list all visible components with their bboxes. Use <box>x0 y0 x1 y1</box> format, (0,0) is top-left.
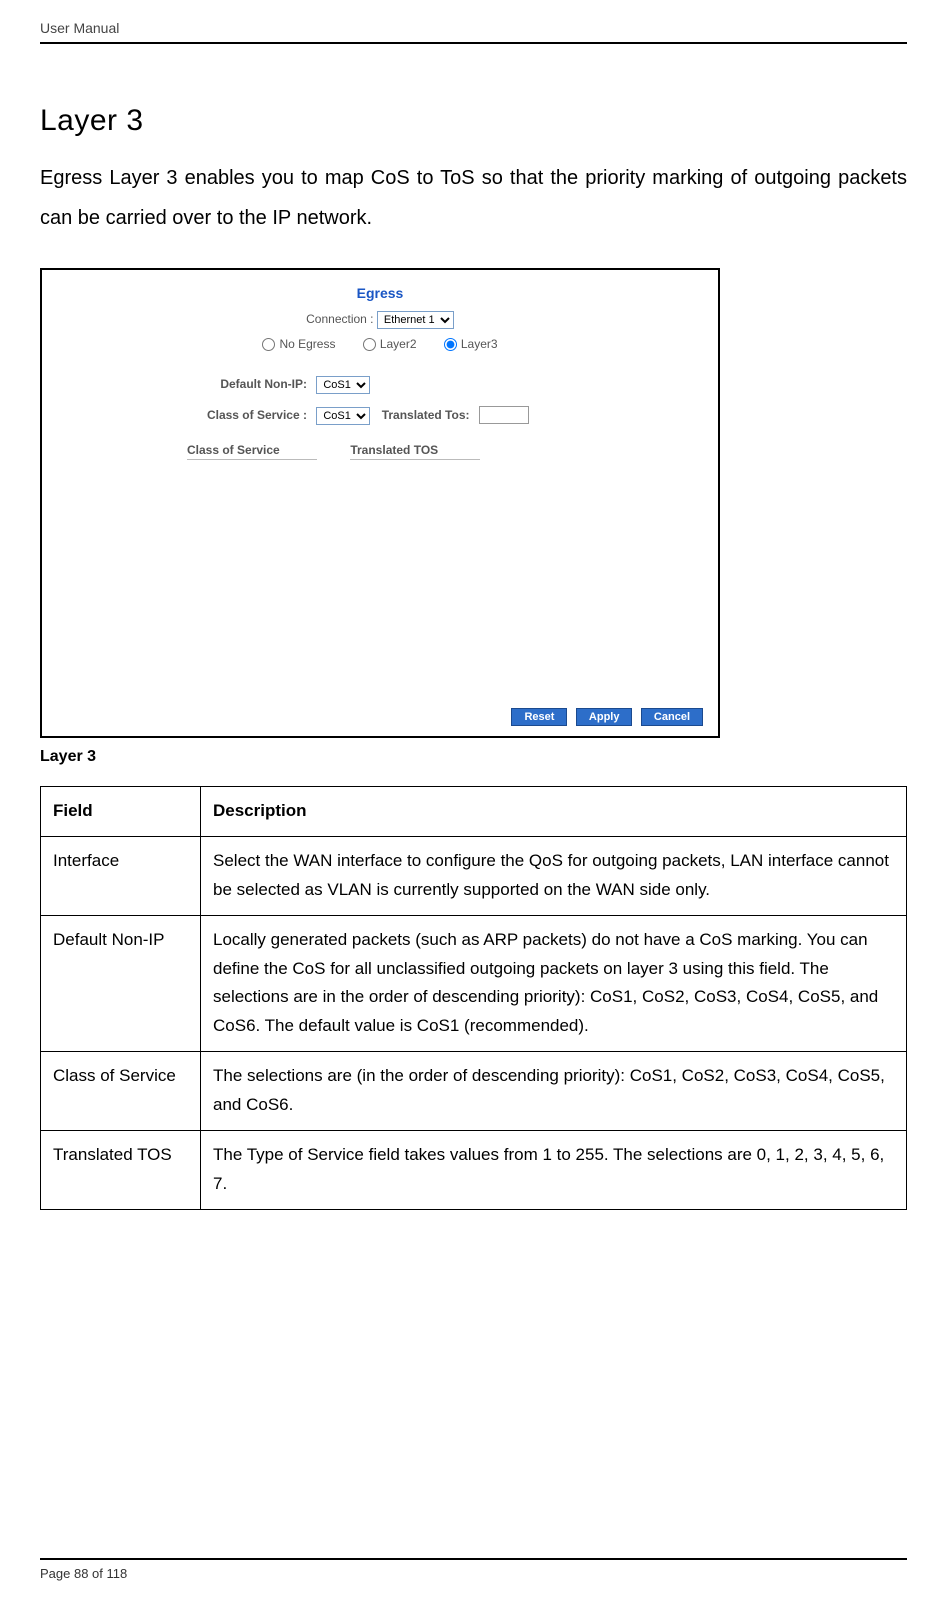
default-nonip-label: Default Non-IP: <box>187 377 307 391</box>
table-row: Class of Service The selections are (in … <box>41 1052 907 1131</box>
radio-no-egress[interactable]: No Egress <box>262 337 335 351</box>
th-description: Description <box>201 787 907 837</box>
page-footer: Page 88 of 118 <box>40 1558 907 1581</box>
default-nonip-select[interactable]: CoS1 <box>316 376 370 394</box>
table-row: Default Non-IP Locally generated packets… <box>41 915 907 1052</box>
radio-no-egress-label: No Egress <box>279 337 335 351</box>
translated-tos-label: Translated Tos: <box>382 408 470 422</box>
cell-field: Interface <box>41 836 201 915</box>
radio-layer3[interactable]: Layer3 <box>444 337 498 351</box>
radio-layer2-label: Layer2 <box>380 337 417 351</box>
radio-layer3-label: Layer3 <box>461 337 498 351</box>
reset-button[interactable]: Reset <box>511 708 567 726</box>
cell-desc: Locally generated packets (such as ARP p… <box>201 915 907 1052</box>
form-block: Default Non-IP: CoS1 Class of Service : … <box>187 376 703 424</box>
table-row: Translated TOS The Type of Service field… <box>41 1131 907 1210</box>
connection-label: Connection : <box>306 312 373 326</box>
radio-layer2[interactable]: Layer2 <box>363 337 417 351</box>
egress-screenshot: Egress Connection : Ethernet 1 No Egress… <box>40 268 720 738</box>
connection-select[interactable]: Ethernet 1 <box>377 311 454 329</box>
cell-desc: The selections are (in the order of desc… <box>201 1052 907 1131</box>
panel-title: Egress <box>57 285 703 301</box>
doc-header: User Manual <box>40 20 907 42</box>
cos-label: Class of Service : <box>187 408 307 422</box>
result-column-headers: Class of Service Translated TOS <box>187 443 703 460</box>
figure-caption: Layer 3 <box>40 748 907 766</box>
th-field: Field <box>41 787 201 837</box>
cell-field: Class of Service <box>41 1052 201 1131</box>
bottom-rule <box>40 1558 907 1560</box>
translated-tos-input[interactable] <box>479 406 529 424</box>
col-cos-header: Class of Service <box>187 443 317 460</box>
top-rule <box>40 42 907 44</box>
apply-button[interactable]: Apply <box>576 708 633 726</box>
page-number: Page 88 of 118 <box>40 1566 907 1581</box>
action-buttons: Reset Apply Cancel <box>507 707 703 726</box>
connection-row: Connection : Ethernet 1 <box>57 311 703 329</box>
cos-select[interactable]: CoS1 <box>316 407 370 425</box>
egress-mode-radios: No Egress Layer2 Layer3 <box>57 337 703 351</box>
cell-desc: Select the WAN interface to configure th… <box>201 836 907 915</box>
col-ttos-header: Translated TOS <box>350 443 480 460</box>
section-title: Layer 3 <box>40 104 907 138</box>
cell-desc: The Type of Service field takes values f… <box>201 1131 907 1210</box>
cell-field: Translated TOS <box>41 1131 201 1210</box>
definition-table: Field Description Interface Select the W… <box>40 786 907 1210</box>
table-row: Interface Select the WAN interface to co… <box>41 836 907 915</box>
section-intro: Egress Layer 3 enables you to map CoS to… <box>40 158 907 238</box>
cancel-button[interactable]: Cancel <box>641 708 703 726</box>
cell-field: Default Non-IP <box>41 915 201 1052</box>
